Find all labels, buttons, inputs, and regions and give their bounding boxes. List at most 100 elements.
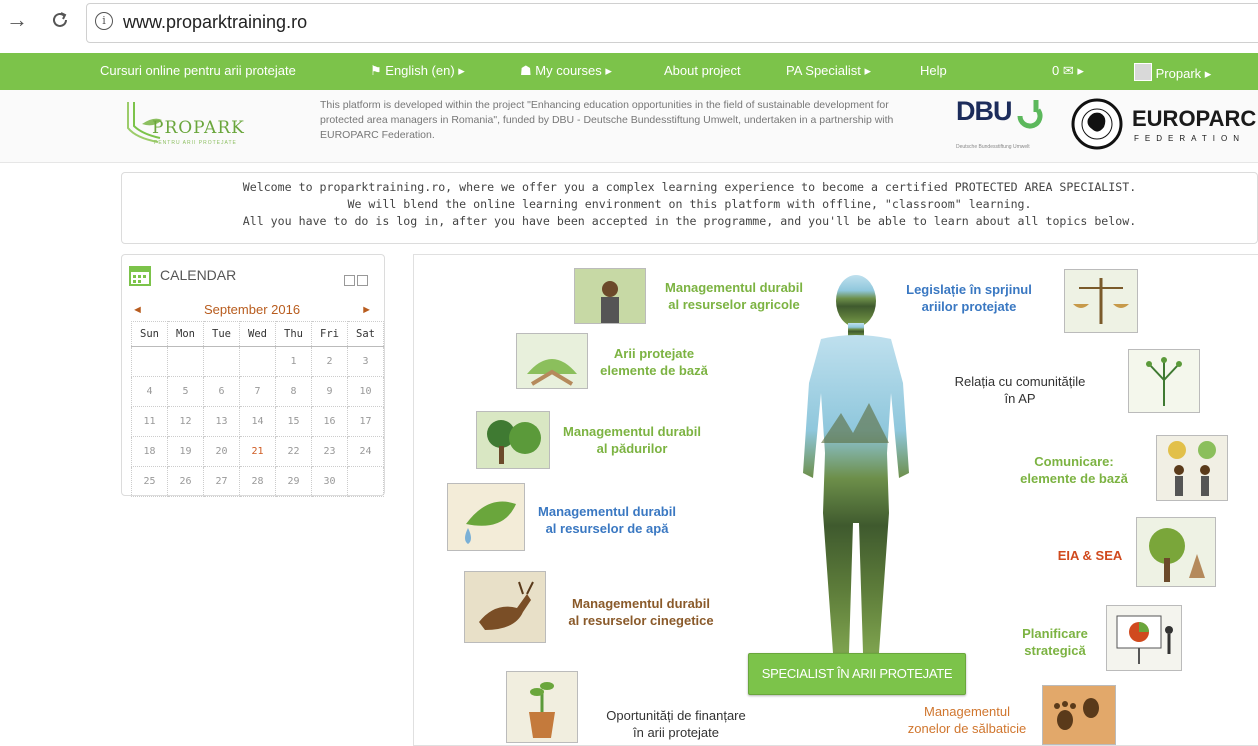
- help-link[interactable]: Help: [920, 63, 947, 78]
- week-row: 18 19 20 21 22 23 24: [131, 436, 384, 467]
- planning-thumbnail[interactable]: [1106, 605, 1182, 671]
- calendar-day[interactable]: 11: [131, 406, 168, 437]
- water-thumbnail[interactable]: [447, 483, 525, 551]
- topic-game[interactable]: Managementul durabil al resurselor cinege…: [556, 595, 726, 629]
- url-text[interactable]: www.proparktraining.ro: [123, 12, 307, 33]
- calendar-day[interactable]: 29: [275, 466, 312, 497]
- calendar-day[interactable]: 1: [275, 346, 312, 377]
- calendar-day[interactable]: 25: [131, 466, 168, 497]
- dbu-subtext: Deutsche Bundesstiftung Umwelt: [956, 144, 1030, 150]
- calendar-day[interactable]: 5: [167, 376, 204, 407]
- calendar-day[interactable]: 14: [239, 406, 276, 437]
- topic-communities[interactable]: Relația cu comunitățile în AP: [940, 373, 1100, 407]
- calendar-day[interactable]: 22: [275, 436, 312, 467]
- calendar-day[interactable]: 27: [203, 466, 240, 497]
- calendar-day[interactable]: 17: [347, 406, 384, 437]
- weekday-row: Sun Mon Tue Wed Thu Fri Sat: [131, 321, 384, 347]
- language-menu[interactable]: ⚑ English (en) ▸: [370, 63, 465, 79]
- topic-protected-areas[interactable]: Arii protejate elemente de bază: [589, 345, 719, 379]
- calendar-day[interactable]: 4: [131, 376, 168, 407]
- topic-agriculture[interactable]: Managementul durabil al resurselor agrico…: [654, 279, 814, 313]
- info-icon[interactable]: i: [95, 12, 113, 30]
- arrow-right-icon[interactable]: →: [6, 8, 28, 32]
- next-month-icon[interactable]: ►: [361, 304, 372, 316]
- calendar-day[interactable]: 3: [347, 346, 384, 377]
- flag-icon: ⚑: [370, 63, 382, 78]
- pa-specialist-menu[interactable]: PA Specialist ▸: [786, 63, 871, 79]
- topic-water[interactable]: Managementul durabil al resurselor de apă: [532, 503, 682, 537]
- calendar-day[interactable]: 20: [203, 436, 240, 467]
- calendar-day[interactable]: 23: [311, 436, 348, 467]
- messages-menu[interactable]: 0 ✉ ▸: [1052, 63, 1084, 79]
- my-courses-menu[interactable]: ☗ My courses ▸: [520, 63, 612, 79]
- topic-communication[interactable]: Comunicare: elemente de bază: [1014, 453, 1134, 487]
- europarc-subtext: FEDERATION: [1134, 134, 1245, 143]
- calendar-day[interactable]: 26: [167, 466, 204, 497]
- agriculture-thumbnail[interactable]: [574, 268, 646, 324]
- calendar-day[interactable]: 6: [203, 376, 240, 407]
- my-courses-label: My courses ▸: [535, 63, 612, 78]
- dbu-text: DBU: [956, 96, 1012, 126]
- communication-thumbnail[interactable]: [1156, 435, 1228, 501]
- human-figure-illustration: [803, 275, 909, 653]
- specialist-button[interactable]: SPECIALIST ÎN ARII PROTEJATE: [748, 653, 966, 695]
- block-controls: [342, 273, 368, 286]
- calendar-day[interactable]: 24: [347, 436, 384, 467]
- about-project-link[interactable]: About project: [664, 63, 741, 78]
- calendar-month[interactable]: September 2016: [128, 302, 376, 317]
- project-description: This platform is developed within the pr…: [320, 99, 894, 141]
- calendar-day: [131, 346, 168, 377]
- dbu-logo[interactable]: DBU Deutsche Bundesstiftung Umwelt: [956, 96, 1044, 158]
- calendar-day[interactable]: 2: [311, 346, 348, 377]
- calendar-day[interactable]: 18: [131, 436, 168, 467]
- weekday-label: Sun: [131, 321, 168, 347]
- address-bar[interactable]: i www.proparktraining.ro: [86, 3, 1258, 43]
- calendar-day[interactable]: 7: [239, 376, 276, 407]
- forests-thumbnail[interactable]: [476, 411, 550, 469]
- wilderness-thumbnail[interactable]: [1042, 685, 1116, 745]
- calendar-title: CALENDAR: [160, 267, 237, 283]
- calendar-block: CALENDAR ◄ September 2016 ► Sun Mon Tue …: [121, 254, 385, 497]
- calendar-day[interactable]: 19: [167, 436, 204, 467]
- topic-legislation[interactable]: Legislație în sprjinul ariilor protejate: [894, 281, 1044, 315]
- protected-areas-thumbnail[interactable]: [516, 333, 588, 389]
- calendar-icon: [129, 266, 151, 286]
- collapse-icon[interactable]: [344, 275, 355, 286]
- calendar-header: CALENDAR: [128, 261, 376, 289]
- weekday-label: Mon: [167, 321, 204, 347]
- calendar-day-today[interactable]: 21: [239, 436, 276, 467]
- week-row: 11 12 13 14 15 16 17: [131, 406, 384, 437]
- site-title-link[interactable]: Cursuri online pentru arii protejate: [100, 63, 296, 78]
- topic-wilderness[interactable]: Managementul zonelor de sălbaticie: [892, 703, 1042, 737]
- legislation-thumbnail[interactable]: [1064, 269, 1138, 333]
- calendar-day[interactable]: 10: [347, 376, 384, 407]
- calendar-day: [203, 346, 240, 377]
- europarc-text: EUROPARC: [1132, 106, 1257, 131]
- topic-eia-sea[interactable]: EIA & SEA: [1050, 547, 1130, 564]
- topic-planning[interactable]: Planificare strategică: [1010, 625, 1100, 659]
- calendar-day[interactable]: 30: [311, 466, 348, 497]
- communities-thumbnail[interactable]: [1128, 349, 1200, 413]
- calendar-day: [167, 346, 204, 377]
- propark-logo[interactable]: PROPARK PENTRU ARII PROTEJATE: [118, 96, 268, 152]
- calendar-day[interactable]: 12: [167, 406, 204, 437]
- calendar-day: [239, 346, 276, 377]
- calendar-day[interactable]: 28: [239, 466, 276, 497]
- weekday-label: Sat: [347, 321, 384, 347]
- reload-icon[interactable]: [50, 8, 70, 35]
- calendar-day[interactable]: 9: [311, 376, 348, 407]
- calendar-day[interactable]: 13: [203, 406, 240, 437]
- europarc-logo[interactable]: EUROPARC FEDERATION: [1068, 98, 1258, 150]
- funding-thumbnail[interactable]: [506, 671, 578, 743]
- calendar-day[interactable]: 16: [311, 406, 348, 437]
- topic-forests[interactable]: Managementul durabil al pădurilor: [552, 423, 712, 457]
- eia-sea-thumbnail[interactable]: [1136, 517, 1216, 587]
- welcome-box: Welcome to proparktraining.ro, where we …: [121, 172, 1258, 244]
- topic-funding[interactable]: Oportunități de finanțare în arii proteja…: [586, 707, 766, 741]
- calendar-day[interactable]: 15: [275, 406, 312, 437]
- wildlife-thumbnail[interactable]: [464, 571, 546, 643]
- user-menu[interactable]: Propark ▸: [1134, 63, 1211, 82]
- dock-icon[interactable]: [357, 275, 368, 286]
- logo-subtext: PENTRU ARII PROTEJATE: [154, 140, 237, 146]
- calendar-day[interactable]: 8: [275, 376, 312, 407]
